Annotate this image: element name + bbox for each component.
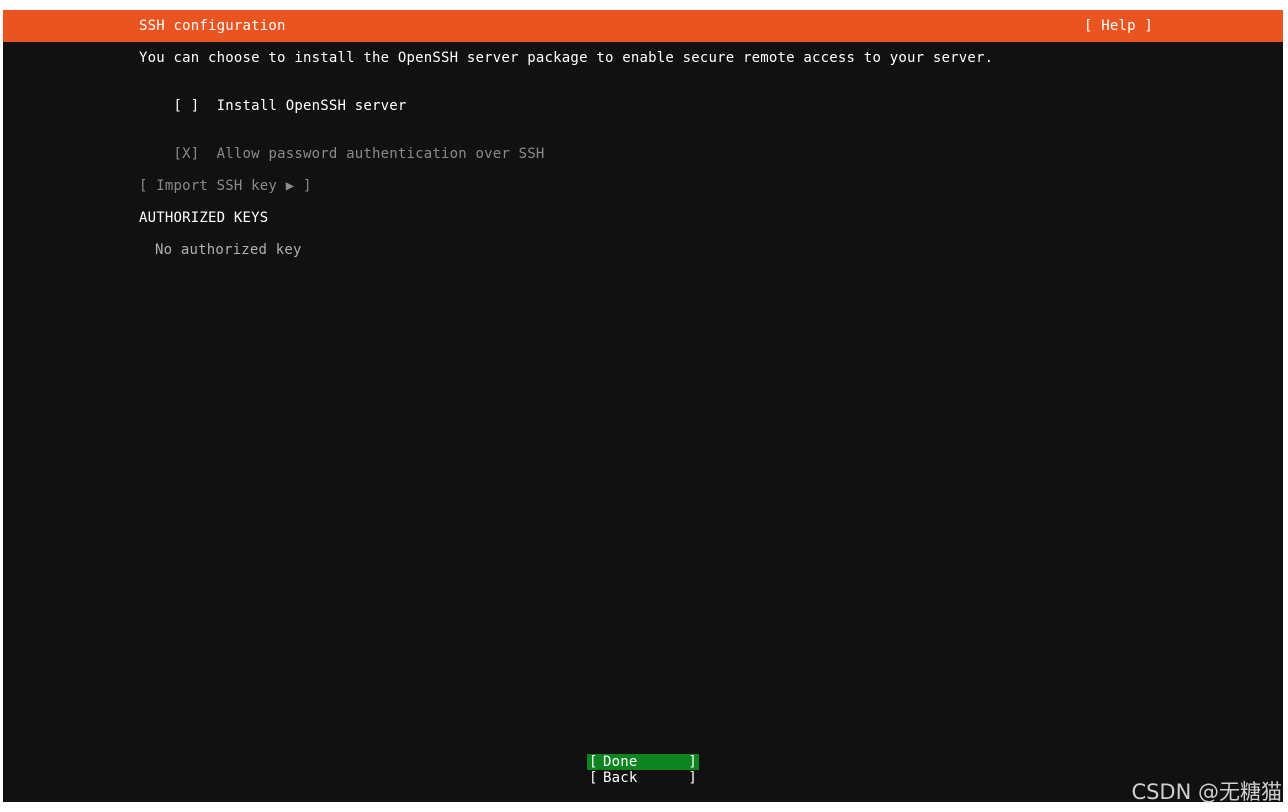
done-open-bracket: [: [589, 754, 598, 770]
import-ssh-key-button[interactable]: [ Import SSH key ▶ ]: [139, 178, 312, 194]
done-label: Done: [603, 754, 638, 770]
title-bar: SSH configuration [ Help ]: [3, 10, 1283, 42]
allow-password-checkbox-box[interactable]: [X]: [174, 146, 200, 162]
installer-screen: SSH configuration [ Help ] You can choos…: [3, 10, 1283, 802]
install-openssh-checkbox-box[interactable]: [ ]: [174, 98, 200, 114]
done-close-bracket: ]: [688, 754, 697, 770]
done-button[interactable]: [ Done ]: [587, 754, 699, 770]
install-openssh-checkbox[interactable]: [ ] Install OpenSSH server: [139, 82, 407, 130]
back-open-bracket: [: [589, 770, 598, 786]
no-authorized-key-text: No authorized key: [155, 242, 302, 258]
back-button[interactable]: [ Back ]: [587, 770, 699, 786]
description-text: You can choose to install the OpenSSH se…: [139, 50, 994, 66]
help-button[interactable]: [ Help ]: [1084, 18, 1153, 34]
watermark: CSDN @无糖猫: [1131, 780, 1282, 804]
page-title: SSH configuration: [139, 18, 286, 34]
allow-password-checkbox[interactable]: [X] Allow password authentication over S…: [139, 130, 545, 178]
allow-password-label: Allow password authentication over SSH: [216, 146, 545, 162]
back-label: Back: [603, 770, 638, 786]
install-openssh-label: Install OpenSSH server: [216, 98, 407, 114]
authorized-keys-heading: AUTHORIZED KEYS: [139, 210, 269, 226]
back-close-bracket: ]: [688, 770, 697, 786]
